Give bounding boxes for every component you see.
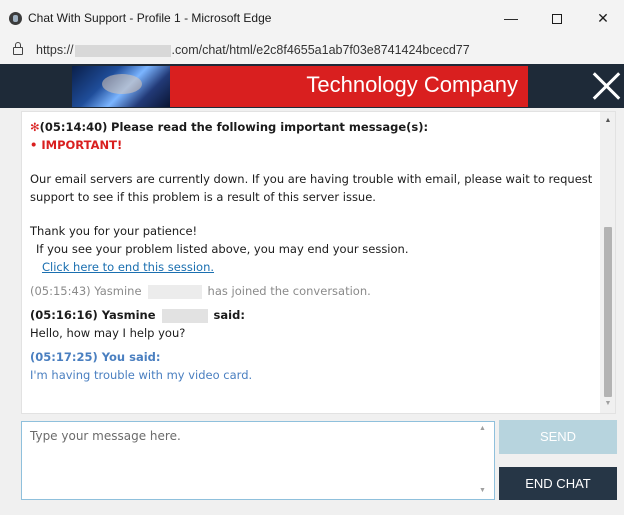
maximize-icon (552, 14, 562, 25)
name-redaction (147, 284, 202, 299)
composer: ▲ ▼ SEND END CHAT (0, 415, 624, 515)
window-title-bar: Chat With Support - Profile 1 - Microsof… (0, 0, 624, 36)
input-scroll-down-icon[interactable]: ▼ (479, 487, 486, 494)
input-scroll-up-icon[interactable]: ▲ (479, 425, 486, 432)
edge-app-icon (9, 12, 22, 25)
message-input[interactable] (21, 421, 495, 500)
window-close-button[interactable]: ✕ (580, 0, 624, 36)
send-button[interactable]: SEND (499, 420, 617, 454)
scroll-down-icon[interactable]: ▼ (600, 399, 615, 409)
user-message-header: (05:17:25) You said: (30, 350, 161, 364)
notice-heading-line: ✻(05:14:40) Please read the following im… (30, 120, 429, 134)
message-list: ✻(05:14:40) Please read the following im… (30, 118, 598, 384)
lock-icon[interactable] (13, 42, 23, 56)
agent-message-header: (05:16:16) Yasmine said: (30, 308, 245, 323)
chat-transcript: ✻(05:14:40) Please read the following im… (21, 111, 616, 414)
transcript-scrollbar[interactable]: ▲ ▼ (600, 112, 615, 413)
url-text[interactable]: https://.com/chat/html/e2c8f4655a1ab7f03… (36, 43, 470, 57)
scroll-thumb[interactable] (604, 227, 612, 397)
end-hint-text: If you see your problem listed above, yo… (36, 242, 409, 256)
join-notice: (05:15:43) Yasmine has joined the convers… (30, 284, 371, 299)
scroll-up-icon[interactable]: ▲ (600, 116, 615, 126)
agent-message-text: Hello, how may I help you? (30, 326, 186, 340)
name-redaction (161, 308, 208, 323)
end-session-link[interactable]: Click here to end this session. (30, 258, 214, 276)
end-chat-button[interactable]: END CHAT (499, 467, 617, 500)
window-title: Chat With Support - Profile 1 - Microsof… (28, 11, 272, 25)
company-banner: Technology Company (0, 64, 624, 108)
server-notice-line-1: Our email servers are currently down. If… (30, 172, 593, 186)
minimize-button[interactable]: — (488, 0, 534, 36)
close-chat-icon[interactable] (591, 70, 621, 102)
user-message-text: I'm having trouble with my video card. (30, 368, 253, 382)
banner-image (72, 66, 170, 107)
banner-title-area: Technology Company (170, 66, 528, 107)
server-notice-line-2: support to see if this problem is a resu… (30, 190, 376, 204)
important-label: • IMPORTANT! (30, 138, 123, 152)
chat-area: ✻(05:14:40) Please read the following im… (0, 108, 624, 415)
address-bar: https://.com/chat/html/e2c8f4655a1ab7f03… (0, 36, 624, 64)
thanks-text: Thank you for your patience! (30, 224, 198, 238)
company-name: Technology Company (306, 72, 518, 97)
asterisk-icon: ✻ (30, 120, 40, 134)
maximize-button[interactable] (534, 0, 580, 36)
url-redaction (74, 44, 171, 57)
